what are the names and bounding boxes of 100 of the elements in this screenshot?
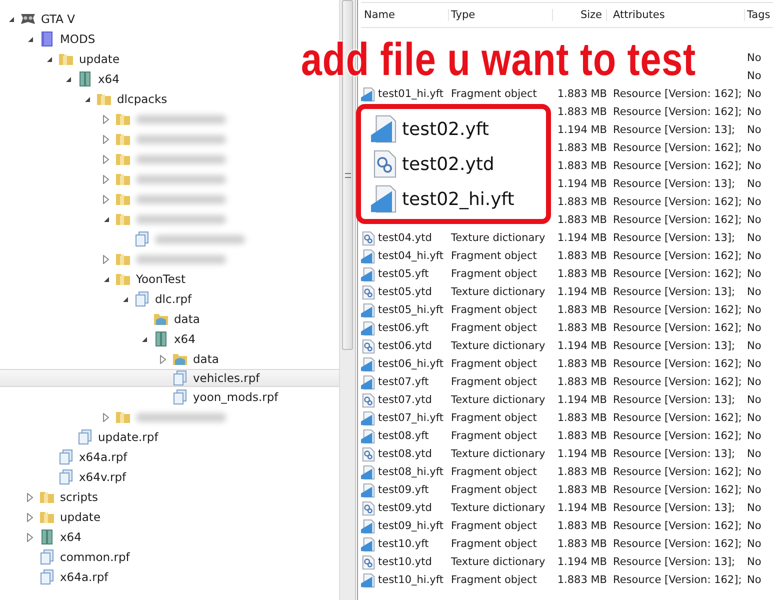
collapsed-arrow-icon[interactable] (27, 512, 33, 522)
tree-label: GTA V (41, 12, 76, 26)
tree-item[interactable]: dlcpacks (0, 89, 339, 109)
tree-item[interactable]: update.rpf (0, 427, 339, 447)
tree-item[interactable]: dlc.rpf (0, 289, 339, 309)
tree-item[interactable]: x64a.rpf (0, 447, 339, 467)
file-name[interactable]: test10.yft (378, 538, 429, 550)
tree-item[interactable]: x64v.rpf (0, 467, 339, 487)
tree-label: vehicles.rpf (193, 371, 260, 385)
file-type: Texture dictionary (451, 286, 546, 298)
file-type: Fragment object (451, 520, 537, 532)
collapsed-arrow-icon[interactable] (103, 154, 109, 164)
column-header[interactable]: Tags (745, 9, 773, 21)
expanded-arrow-icon[interactable] (141, 336, 148, 342)
tree-item[interactable]: scripts (0, 487, 339, 507)
file-size: 1.883 MB (557, 214, 607, 226)
collapsed-arrow-icon[interactable] (103, 174, 109, 184)
file-name[interactable]: test07.yft (378, 376, 429, 388)
book-icon (39, 31, 55, 47)
file-gear-icon (361, 230, 376, 246)
file-name[interactable]: test07.ytd (378, 394, 432, 406)
collapsed-arrow-icon[interactable] (27, 492, 33, 502)
file-name[interactable]: test09.ytd (378, 502, 432, 514)
file-type: Fragment object (451, 484, 537, 496)
file-tags: No (747, 358, 762, 370)
file-name[interactable]: test08_hi.yft (378, 466, 444, 478)
expanded-arrow-icon[interactable] (103, 216, 110, 222)
file-size: 1.883 MB (557, 268, 607, 280)
file-arrow-icon (361, 482, 376, 498)
expanded-arrow-icon[interactable] (122, 296, 129, 302)
expanded-arrow-icon[interactable] (27, 36, 34, 42)
file-arrow-icon (361, 428, 376, 444)
collapsed-arrow-icon[interactable] (103, 114, 109, 124)
tree-item[interactable]: x64a.rpf (0, 567, 339, 587)
file-name[interactable]: test04.ytd (378, 232, 432, 244)
file-tags: No (747, 286, 762, 298)
file-attributes: Resource [Version: 13]; (613, 178, 736, 190)
column-header[interactable]: Type (449, 9, 553, 21)
collapsed-arrow-icon[interactable] (103, 412, 109, 422)
folder-icon (115, 211, 131, 227)
file-name[interactable]: test09.yft (378, 484, 429, 496)
file-stack-icon (172, 370, 188, 386)
collapsed-arrow-icon[interactable] (160, 354, 166, 364)
file-size: 1.194 MB (557, 394, 607, 406)
file-tags: No (747, 430, 762, 442)
file-tags: No (747, 448, 762, 460)
tree-item[interactable]: x64 (0, 527, 339, 547)
file-name[interactable]: test10_hi.yft (378, 574, 444, 586)
expanded-arrow-icon[interactable] (65, 76, 72, 82)
expanded-arrow-icon[interactable] (46, 56, 53, 62)
file-name[interactable]: test06_hi.yft (378, 358, 444, 370)
tree-item[interactable]: vehicles.rpf (0, 369, 339, 387)
tree-item[interactable]: common.rpf (0, 547, 339, 567)
file-name[interactable]: test10.ytd (378, 556, 432, 568)
expanded-arrow-icon[interactable] (8, 16, 15, 22)
file-attributes: Resource [Version: 13]; (613, 232, 736, 244)
file-tags: No (747, 232, 762, 244)
column-header[interactable]: Size (553, 9, 607, 21)
file-name[interactable]: test05_hi.yft (378, 304, 444, 316)
file-name[interactable]: test06.yft (378, 322, 429, 334)
file-size: 1.883 MB (557, 376, 607, 388)
file-name[interactable]: test04_hi.yft (378, 250, 444, 262)
column-header[interactable]: Attributes (607, 9, 745, 21)
file-size: 1.194 MB (557, 340, 607, 352)
tree-item[interactable]: yoon_mods.rpf (0, 387, 339, 407)
collapsed-arrow-icon[interactable] (103, 254, 109, 264)
tree-item[interactable]: GTA V (0, 9, 339, 29)
file-tags: No (747, 322, 762, 334)
file-type: Texture dictionary (451, 502, 546, 514)
file-name[interactable]: test08.ytd (378, 448, 432, 460)
file-type: Fragment object (451, 538, 537, 550)
file-name[interactable]: test05.ytd (378, 286, 432, 298)
collapsed-arrow-icon[interactable] (103, 194, 109, 204)
file-name[interactable]: test05.yft (378, 268, 429, 280)
file-stack-icon (39, 569, 55, 585)
file-arrow-icon (361, 536, 376, 552)
file-tags: No (747, 502, 762, 514)
tree-item[interactable]: YoonTest (0, 269, 339, 289)
tree-item[interactable]: update (0, 507, 339, 527)
expanded-arrow-icon[interactable] (84, 96, 91, 102)
file-tags: No (747, 520, 762, 532)
tree-label: x64 (60, 530, 82, 544)
tree-item[interactable]: x64 (0, 329, 339, 349)
collapsed-arrow-icon[interactable] (103, 134, 109, 144)
file-name[interactable]: test01_hi.yft (378, 88, 444, 100)
file-gear-icon (361, 500, 376, 516)
expanded-arrow-icon[interactable] (103, 276, 110, 282)
tree-item[interactable]: data (0, 349, 339, 369)
file-name[interactable]: test09_hi.yft (378, 520, 444, 532)
folder-icon (115, 251, 131, 267)
file-name[interactable]: test06.ytd (378, 340, 432, 352)
file-tags: No (747, 124, 762, 136)
file-stack-icon (134, 291, 150, 307)
collapsed-arrow-icon[interactable] (27, 532, 33, 542)
file-name[interactable]: test07_hi.yft (378, 412, 444, 424)
file-arrow-icon (361, 518, 376, 534)
column-header[interactable]: Name (361, 9, 449, 21)
tree-item[interactable]: data (0, 309, 339, 329)
file-attributes: Resource [Version: 162]; (613, 538, 742, 550)
file-name[interactable]: test08.yft (378, 430, 429, 442)
